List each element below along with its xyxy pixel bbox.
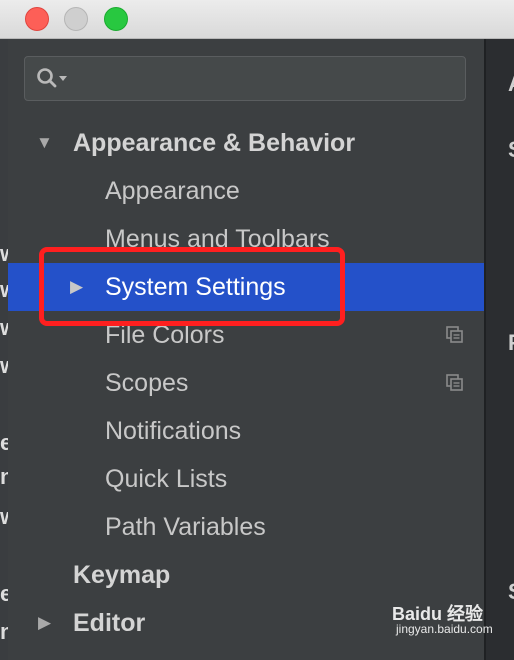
content-text: S (508, 579, 514, 605)
tree-item-quick-lists[interactable]: Quick Lists (8, 455, 484, 503)
tree-item-notifications[interactable]: Notifications (8, 407, 484, 455)
tree-item-appearance-behavior[interactable]: ▼ Appearance & Behavior (8, 119, 484, 167)
background-text: w (0, 241, 8, 267)
baidu-watermark: Baidu 经验 jingyan.baidu.com (392, 600, 493, 636)
tree-item-label: Keymap (73, 561, 171, 589)
content-text: S (508, 137, 514, 163)
tree-item-label: Quick Lists (105, 465, 228, 493)
content-text: P (508, 330, 514, 356)
chevron-right-icon[interactable]: ▶ (38, 599, 51, 647)
search-icon[interactable] (36, 67, 70, 89)
tree-item-label: Editor (73, 609, 146, 637)
tree-item-appearance[interactable]: Appearance (8, 167, 484, 215)
minimize-button[interactable] (64, 7, 88, 31)
settings-sidebar: ▼ Appearance & Behavior Appearance Menus… (8, 39, 484, 660)
background-window-edge: w w w w e n. w e n. (0, 39, 8, 660)
background-text: w (0, 315, 8, 341)
tree-item-scopes[interactable]: Scopes (8, 359, 484, 407)
background-text: e (0, 581, 8, 606)
background-text: n. (0, 619, 8, 644)
chevron-down-icon[interactable]: ▼ (36, 119, 53, 167)
tree-item-label: Path Variables (105, 513, 266, 541)
tree-item-label: Scopes (105, 369, 189, 397)
tree-item-path-variables[interactable]: Path Variables (8, 503, 484, 551)
background-text: e (0, 430, 8, 455)
search-field[interactable] (24, 56, 466, 101)
tree-item-label: Appearance (105, 177, 240, 205)
tree-item-label: Appearance & Behavior (73, 129, 356, 157)
content-text: A (508, 71, 514, 97)
zoom-button[interactable] (104, 7, 128, 31)
watermark-brand: Baidu 经验 (392, 604, 484, 624)
background-text: w (0, 277, 8, 303)
background-text: n. (0, 464, 8, 489)
annotation-highlight-box (39, 247, 345, 326)
background-text: w (0, 504, 8, 530)
project-level-icon (446, 374, 463, 391)
tree-item-keymap[interactable]: Keymap (8, 551, 484, 599)
window-titlebar (0, 0, 514, 39)
settings-content-panel: A S P S (484, 39, 514, 660)
project-level-icon (446, 326, 463, 343)
close-button[interactable] (25, 7, 49, 31)
tree-item-label: Notifications (105, 417, 242, 445)
watermark-url: jingyan.baidu.com (396, 622, 493, 636)
background-text: w (0, 353, 8, 379)
